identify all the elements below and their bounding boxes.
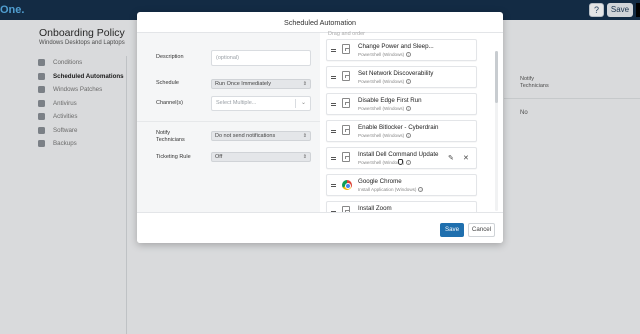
automation-item-hovered[interactable]: Install Dell Command Update PowerShell (… xyxy=(326,147,477,169)
automation-title: Set Network Discoverability xyxy=(358,70,434,77)
automation-item[interactable]: Google Chrome Install Application (Windo… xyxy=(326,174,477,196)
select-arrows-icon: ⇕ xyxy=(302,81,307,87)
script-file-icon xyxy=(342,125,350,135)
scheduled-automation-modal: Scheduled Automation Description (option… xyxy=(137,12,503,243)
script-file-icon xyxy=(342,152,350,162)
info-icon[interactable]: i xyxy=(406,160,412,166)
automation-title: Install Zoom xyxy=(358,205,392,212)
edit-icon[interactable]: ✎ xyxy=(448,154,454,162)
list-scrollbar-thumb[interactable] xyxy=(495,51,498,103)
drag-order-header: Drag and order xyxy=(328,31,365,37)
drag-handle-icon[interactable] xyxy=(331,49,336,52)
drag-handle-icon[interactable] xyxy=(331,76,336,79)
hand-cursor-icon xyxy=(398,159,403,165)
automation-subtitle: Install Application (Windows) i xyxy=(358,187,424,193)
script-file-icon xyxy=(342,98,350,108)
automation-title: Disable Edge First Run xyxy=(358,97,422,104)
automation-item[interactable]: Change Power and Sleep... PowerShell (Wi… xyxy=(326,39,477,61)
schedule-label: Schedule xyxy=(156,80,179,86)
automation-item[interactable]: Disable Edge First Run PowerShell (Windo… xyxy=(326,93,477,115)
drag-handle-icon[interactable] xyxy=(331,157,336,160)
info-icon[interactable]: i xyxy=(406,106,412,112)
channels-multiselect[interactable]: Select Multiple... ⌄ xyxy=(211,96,311,111)
ticketing-rule-select[interactable]: Off ⇕ xyxy=(211,152,311,162)
chrome-icon xyxy=(342,180,352,190)
automation-subtitle: PowerShell (Windows)i xyxy=(358,79,412,85)
automation-order-list: Drag and order Change Power and Sleep...… xyxy=(320,31,503,223)
modal-footer: Save Cancel xyxy=(137,212,503,243)
description-input[interactable]: (optional) xyxy=(211,50,311,66)
automation-subtitle: PowerShell (Windows)i xyxy=(358,106,412,112)
automation-title: Change Power and Sleep... xyxy=(358,43,434,50)
description-label: Description xyxy=(156,54,184,60)
select-arrows-icon: ⇕ xyxy=(302,154,307,160)
automation-subtitle: PowerShell (Windows)i xyxy=(358,160,412,166)
info-icon[interactable]: i xyxy=(406,52,412,58)
automation-title: Enable Bitlocker - Cyberdrain xyxy=(358,124,439,131)
automation-subtitle: PowerShell (Windows)i xyxy=(358,52,412,58)
info-icon[interactable]: i xyxy=(406,79,412,85)
notify-technicians-label: Notify Technicians xyxy=(156,130,185,143)
multiselect-separator xyxy=(295,99,296,108)
schedule-select[interactable]: Run Once Immediately ⇕ xyxy=(211,79,311,89)
channels-label: Channel(s) xyxy=(156,100,183,106)
cancel-button[interactable]: Cancel xyxy=(468,223,495,237)
automation-title: Google Chrome xyxy=(358,178,402,185)
drag-handle-icon[interactable] xyxy=(331,130,336,133)
form-divider xyxy=(137,121,320,122)
automation-title: Install Dell Command Update xyxy=(358,151,439,158)
drag-handle-icon[interactable] xyxy=(331,103,336,106)
script-file-icon xyxy=(342,71,350,81)
close-icon[interactable]: ✕ xyxy=(463,154,469,162)
chevron-down-icon: ⌄ xyxy=(300,100,306,106)
automation-item[interactable]: Set Network Discoverability PowerShell (… xyxy=(326,66,477,88)
automation-item[interactable]: Enable Bitlocker - Cyberdrain PowerShell… xyxy=(326,120,477,142)
info-icon[interactable]: i xyxy=(418,187,424,193)
select-arrows-icon: ⇕ xyxy=(302,133,307,139)
automation-settings-form: Description (optional) Schedule Run Once… xyxy=(137,33,320,212)
info-icon[interactable]: i xyxy=(406,133,412,139)
automation-subtitle: PowerShell (Windows)i xyxy=(358,133,412,139)
script-file-icon xyxy=(342,44,350,54)
save-button[interactable]: Save xyxy=(440,223,464,237)
notify-technicians-select[interactable]: Do not send notifications ⇕ xyxy=(211,131,311,141)
modal-title: Scheduled Automation xyxy=(137,12,503,33)
ticketing-rule-label: Ticketing Rule xyxy=(156,154,191,160)
drag-handle-icon[interactable] xyxy=(331,184,336,187)
